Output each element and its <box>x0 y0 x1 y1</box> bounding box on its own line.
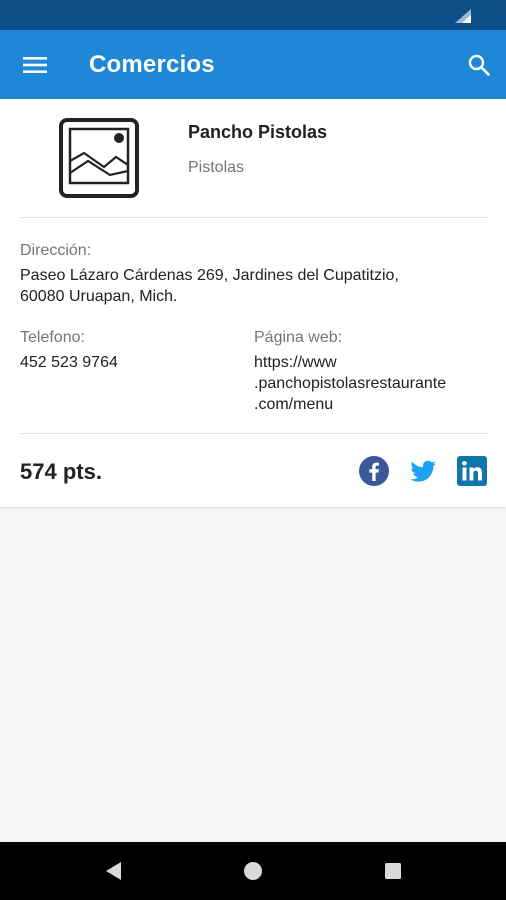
back-icon <box>106 862 121 880</box>
image-placeholder-icon <box>59 118 139 198</box>
address-line-1: Paseo Lázaro Cárdenas 269, Jardines del … <box>20 267 399 284</box>
points-value: 574 pts. <box>20 459 102 484</box>
website-label: Página web: <box>254 329 343 346</box>
linkedin-icon[interactable] <box>456 455 488 487</box>
address-label: Dirección: <box>20 242 92 259</box>
recents-icon <box>385 863 401 879</box>
business-name: Pancho Pistolas <box>188 122 328 142</box>
address-line-2: 60080 Uruapan, Mich. <box>20 288 178 305</box>
home-icon <box>244 862 262 880</box>
phone-label: Telefono: <box>20 329 85 346</box>
phone-value[interactable]: 452 523 9764 <box>20 352 118 373</box>
search-button[interactable] <box>460 46 498 84</box>
website-line-2[interactable]: .panchopistolasrestaurante <box>254 373 446 394</box>
status-bar <box>0 0 506 30</box>
facebook-icon[interactable] <box>358 455 390 487</box>
back-button[interactable] <box>98 856 128 886</box>
page-title: Comercios <box>89 51 215 78</box>
app-bar: Comercios <box>0 30 506 99</box>
search-icon <box>468 54 490 76</box>
menu-icon <box>23 57 47 73</box>
home-button[interactable] <box>238 856 268 886</box>
divider <box>20 433 487 434</box>
menu-button[interactable] <box>16 46 54 84</box>
cell-signal-icon <box>455 9 471 23</box>
recents-button[interactable] <box>378 856 408 886</box>
business-category: Pistolas <box>188 159 245 176</box>
website-line-1[interactable]: https://www <box>254 352 337 373</box>
divider <box>20 217 487 218</box>
system-nav-bar <box>0 842 506 900</box>
website-line-3[interactable]: .com/menu <box>254 394 333 415</box>
business-card: Pancho Pistolas Pistolas Dirección: Pase… <box>0 99 506 507</box>
twitter-icon[interactable] <box>407 455 439 487</box>
